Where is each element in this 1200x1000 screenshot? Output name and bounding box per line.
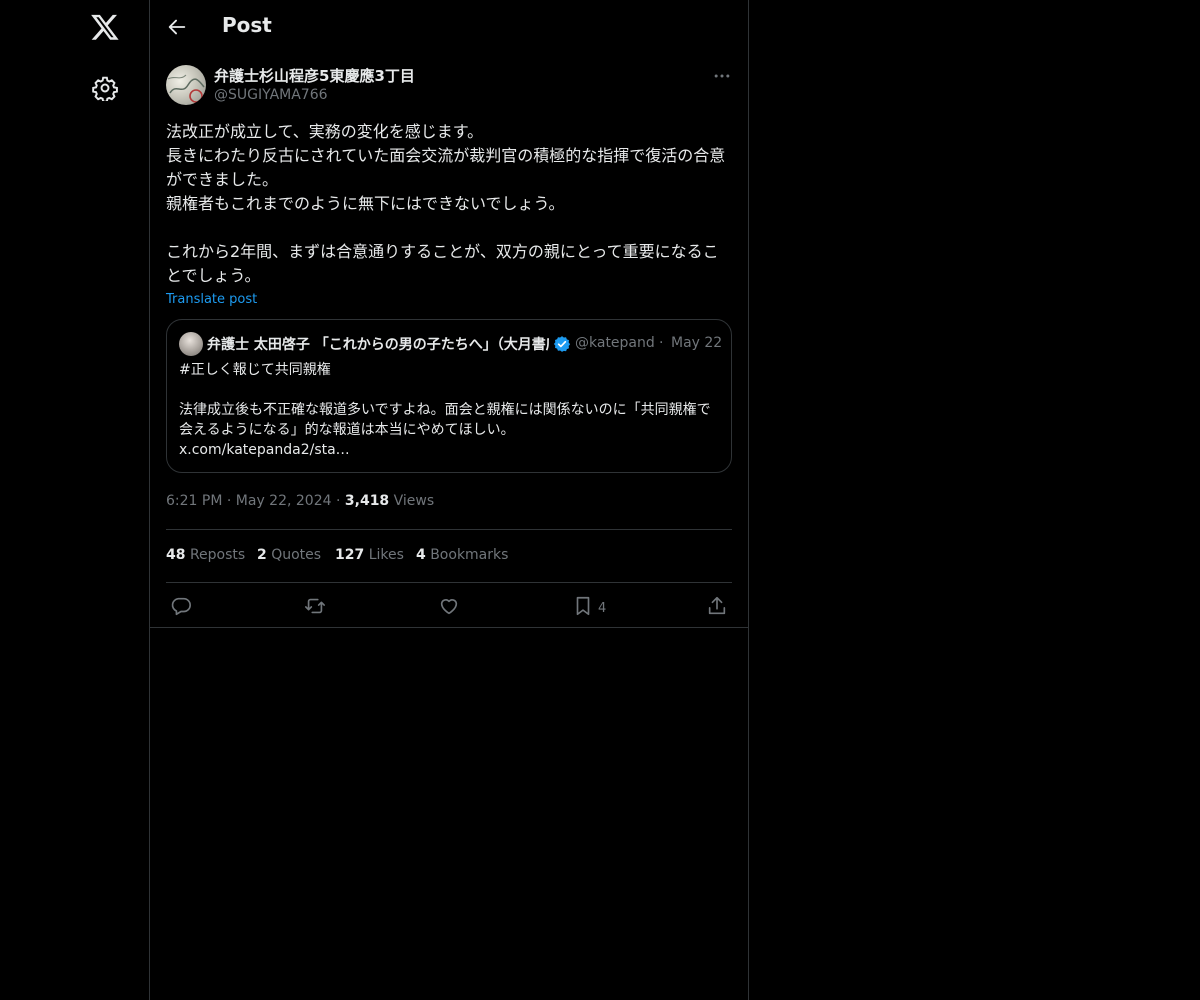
reposts-stat[interactable]: 48 Reposts [166, 547, 245, 563]
reposts-count: 48 [166, 547, 186, 563]
quoted-post[interactable]: 弁護士 太田啓子 「これからの男の子たちへ」（大月書店） @katepand ·… [166, 319, 732, 473]
divider [150, 627, 748, 628]
separator: · [659, 335, 664, 351]
separator: · [226, 493, 232, 509]
quoted-author-name: 弁護士 太田啓子 「これからの男の子たちへ」（大月書店） [207, 337, 549, 353]
quoted-post-header: 弁護士 太田啓子 「これからの男の子たちへ」（大月書店） @katepand ·… [179, 332, 723, 356]
quoted-author-handle: @katepand [575, 335, 655, 351]
share-icon[interactable] [706, 595, 728, 617]
likes-stat[interactable]: 127 Likes [335, 547, 404, 563]
post-text: 法改正が成立して、実務の変化を感じます。 長きにわたり反古にされていた面会交流が… [166, 122, 726, 285]
gear-icon[interactable] [92, 75, 118, 103]
translate-post-link[interactable]: Translate post [166, 292, 257, 307]
likes-count: 127 [335, 547, 365, 563]
reply-icon[interactable] [170, 595, 192, 617]
quotes-count: 2 [257, 547, 267, 563]
post: 弁護士杉山程彦5東慶應3丁目 @SUGIYAMA766 法改正が成立して、実務の… [166, 62, 732, 630]
bookmark-count: 4 [598, 601, 607, 616]
post-date[interactable]: May 22, 2024 [236, 493, 332, 509]
main-column: Post 弁護士杉山程彦5東慶應3丁目 @SUGIYAMA766 法改正が成立し… [149, 0, 749, 1000]
quoted-post-text: #正しく報じて共同親権 法律成立後も不正確な報道多いですよね。面会と親権には関係… [179, 362, 711, 458]
quoted-post-date: May 22 [671, 335, 723, 351]
left-sidebar [0, 0, 150, 1000]
post-meta: 6:21 PM · May 22, 2024 · 3,418 Views [166, 493, 732, 513]
author-name[interactable]: 弁護士杉山程彦5東慶應3丁目 [214, 65, 415, 86]
quotes-label: Quotes [271, 547, 322, 563]
arrow-left-icon[interactable] [166, 16, 188, 38]
reposts-label: Reposts [189, 547, 246, 563]
repost-icon[interactable] [304, 595, 326, 617]
avatar [179, 332, 203, 356]
likes-label: Likes [368, 547, 404, 563]
post-stats: 48 Reposts 2 Quotes 127 Likes 4 Bookmark… [166, 530, 732, 582]
views-label: Views [393, 493, 435, 509]
separator: · [335, 493, 341, 509]
heart-icon[interactable] [438, 595, 460, 617]
post-author: 弁護士杉山程彦5東慶應3丁目 @SUGIYAMA766 [166, 62, 732, 108]
bookmarks-label: Bookmarks [430, 547, 509, 563]
bookmark-icon[interactable] [572, 595, 594, 617]
bookmarks-stat[interactable]: 4 Bookmarks [416, 547, 508, 563]
page-title: Post [222, 13, 272, 37]
more-horizontal-icon[interactable] [712, 66, 732, 86]
views-count: 3,418 [344, 493, 390, 509]
action-bar: 4 [166, 583, 732, 630]
author-handle[interactable]: @SUGIYAMA766 [214, 87, 328, 103]
post-time[interactable]: 6:21 PM [166, 493, 222, 509]
quotes-stat[interactable]: 2 Quotes [257, 547, 321, 563]
bookmarks-count: 4 [416, 547, 426, 563]
verified-badge-icon [553, 335, 571, 353]
avatar[interactable] [166, 65, 206, 105]
page-header: Post [150, 0, 748, 54]
x-logo-icon[interactable] [90, 12, 120, 42]
